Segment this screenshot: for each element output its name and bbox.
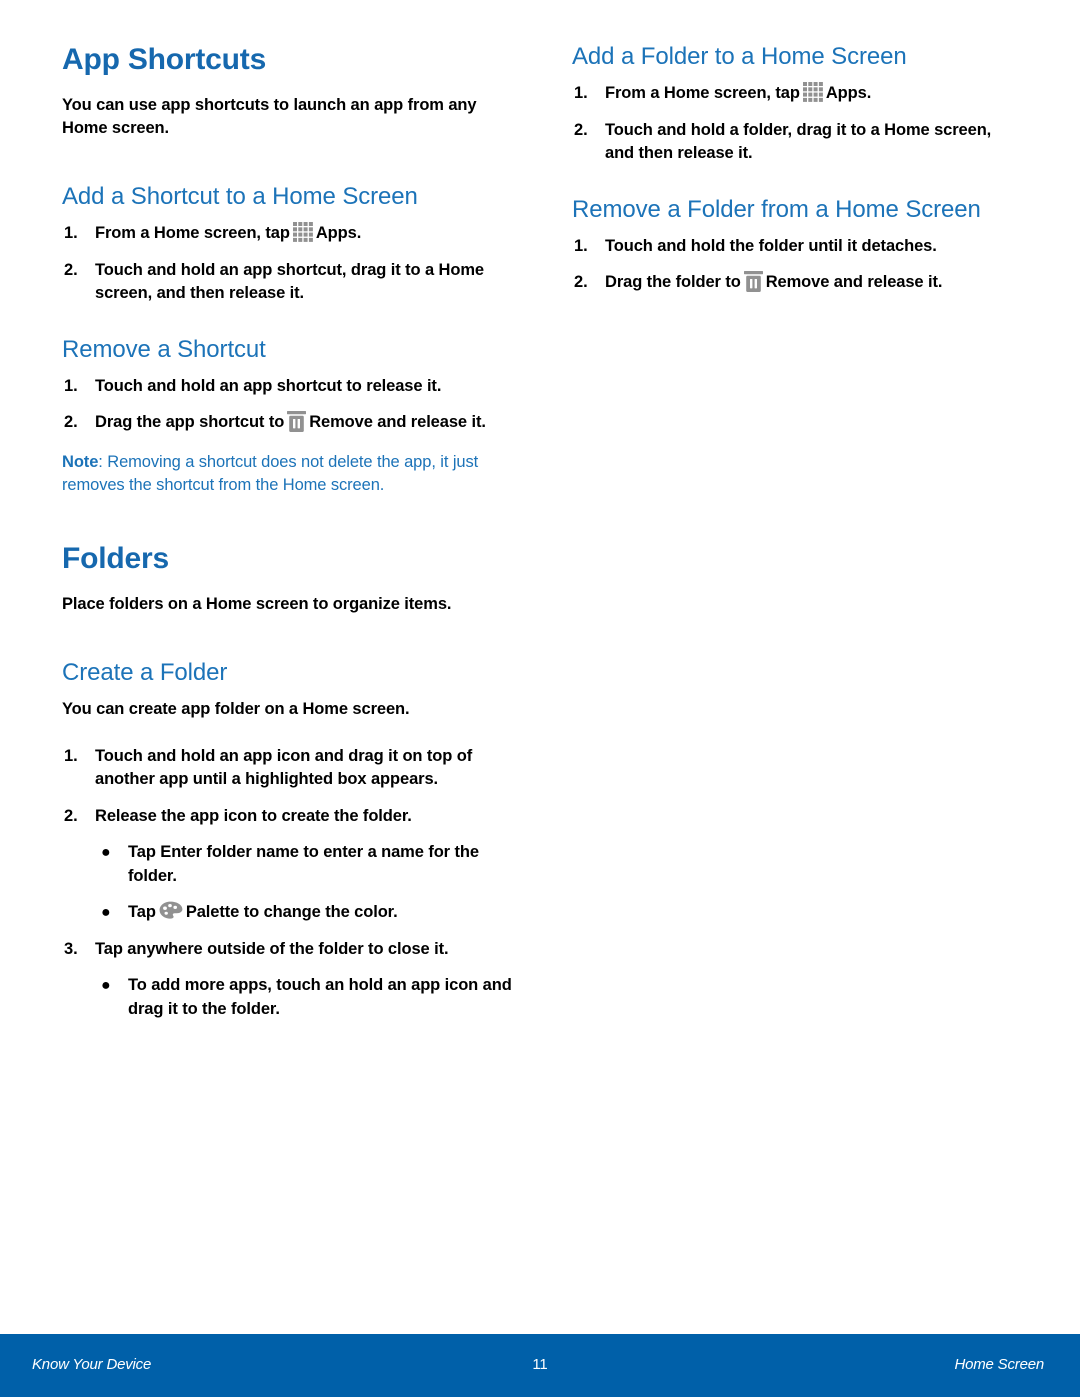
list-item: 1. Touch and hold an app shortcut to rele… <box>62 375 514 399</box>
note-text: : Removing a shortcut does not delete th… <box>62 452 479 494</box>
add-shortcut-steps: 1. From a Home screen, tap Apps. 2. Touch a… <box>62 222 514 306</box>
footer-page-number: 11 <box>532 1356 548 1373</box>
step-number: 2. <box>574 120 588 139</box>
create-folder-steps-cont: 3. Tap anywhere outside of the folder to … <box>62 938 514 962</box>
create-folder-bullets-a: ● Tap Enter folder name to enter a name f… <box>62 841 514 925</box>
list-item: 1. From a Home screen, tap Apps. <box>572 82 1024 106</box>
bullet-text: Tap <box>128 903 156 921</box>
page-footer: Know Your Device 11 Home Screen <box>0 1334 1080 1397</box>
step-number: 1. <box>64 746 78 765</box>
step-text: Tap anywhere outside of the folder to cl… <box>95 939 449 958</box>
list-item: ● Tap Palette to change the color. <box>95 901 514 925</box>
apps-grid-icon <box>292 222 313 242</box>
step-number: 1. <box>574 84 588 102</box>
footer-section-label: Home Screen <box>954 1356 1044 1373</box>
bullet-text: To add more apps, touch an hold an app i… <box>128 976 512 1018</box>
step-number: 2. <box>64 413 78 431</box>
step-text-after: and release it. <box>377 413 486 431</box>
step-text: Touch and hold an app shortcut, drag it … <box>95 260 484 303</box>
bullet-bold: Enter folder name <box>160 843 299 861</box>
apps-grid-icon <box>802 82 823 102</box>
list-item: 1. From a Home screen, tap Apps. <box>62 222 514 246</box>
add-folder-steps: 1. From a Home screen, tap Apps. 2. Touch a… <box>572 82 1024 166</box>
trash-remove-icon <box>743 271 763 292</box>
list-item: ● To add more apps, touch an hold an app … <box>95 974 514 1021</box>
note-label: Note <box>62 452 99 471</box>
list-item: ● Tap Enter folder name to enter a name f… <box>95 841 514 888</box>
create-folder-steps: 1. Touch and hold an app icon and drag it… <box>62 745 514 829</box>
manual-page: App Shortcuts You can use app shortcuts … <box>0 0 1080 1397</box>
heading-add-folder: Add a Folder to a Home Screen <box>572 43 907 70</box>
right-column: Add a Folder to a Home Screen 1. From a H… <box>572 42 1024 308</box>
page-title: App Shortcuts <box>62 43 267 76</box>
bullet-text-after: to change the color. <box>243 903 398 921</box>
step-text-after: Apps. <box>825 84 872 102</box>
list-item: 2. Touch and hold an app shortcut, drag i… <box>62 259 514 306</box>
step-text: Touch and hold an app shortcut to releas… <box>95 376 442 395</box>
list-item: 3. Tap anywhere outside of the folder to … <box>62 938 514 962</box>
create-folder-bullets-b: ● To add more apps, touch an hold an app … <box>62 974 514 1021</box>
note-paragraph: Note: Removing a shortcut does not delet… <box>62 451 514 497</box>
step-text: From a Home screen, tap <box>95 224 290 242</box>
list-item: 1. Touch and hold the folder until it det… <box>572 235 1024 259</box>
heading-add-shortcut: Add a Shortcut to a Home Screen <box>62 183 418 210</box>
list-item: 2. Drag the folder to Remove and release i… <box>572 271 1024 295</box>
step-text: Touch and hold the folder until it detac… <box>605 236 937 255</box>
step-number: 1. <box>574 236 588 255</box>
create-folder-intro: You can create app folder on a Home scre… <box>62 699 410 718</box>
step-text-after: Apps. <box>315 224 362 242</box>
list-item: 2. Release the app icon to create the fol… <box>62 805 514 829</box>
heading-remove-shortcut: Remove a Shortcut <box>62 335 266 363</box>
bullet-bold: Palette <box>185 903 240 921</box>
app-shortcuts-intro: You can use app shortcuts to launch an a… <box>62 96 477 137</box>
step-bold-remove: Remove <box>309 413 373 431</box>
step-text: Touch and hold a folder, drag it to a Ho… <box>605 120 992 163</box>
step-number: 1. <box>64 376 78 395</box>
step-text: Drag the app shortcut to <box>95 413 285 431</box>
step-text: Drag the folder to <box>605 273 741 291</box>
palette-icon <box>159 901 183 920</box>
remove-shortcut-steps: 1. Touch and hold an app shortcut to rele… <box>62 375 514 435</box>
bullet-dot: ● <box>101 904 111 921</box>
heading-create-folder: Create a Folder <box>62 658 228 686</box>
heading-folders: Folders <box>62 541 169 575</box>
step-number: 3. <box>64 939 78 958</box>
step-number: 2. <box>574 273 588 291</box>
remove-folder-steps: 1. Touch and hold the folder until it det… <box>572 235 1024 295</box>
step-bold-remove: Remove <box>765 273 830 291</box>
step-number: 1. <box>64 224 78 242</box>
step-number: 2. <box>64 806 78 825</box>
folders-intro: Place folders on a Home screen to organi… <box>62 594 452 613</box>
bullet-dot: ● <box>101 844 111 861</box>
left-column: App Shortcuts You can use app shortcuts … <box>62 42 514 1034</box>
list-item: 2. Touch and hold a folder, drag it to a … <box>572 119 1024 166</box>
list-item: 1. Touch and hold an app icon and drag it… <box>62 745 514 792</box>
bullet-dot: ● <box>101 977 111 994</box>
bullet-text: Tap <box>128 843 156 861</box>
step-text-after: and release it. <box>833 273 943 291</box>
list-item: 2. Drag the app shortcut to Remove and rel… <box>62 411 514 435</box>
heading-remove-folder: Remove a Folder from a Home Screen <box>572 195 981 223</box>
step-number: 2. <box>64 260 78 279</box>
step-text: From a Home screen, tap <box>605 84 800 102</box>
step-text: Release the app icon to create the folde… <box>95 806 412 825</box>
trash-remove-icon <box>287 411 307 432</box>
step-text: Touch and hold an app icon and drag it o… <box>95 746 473 789</box>
